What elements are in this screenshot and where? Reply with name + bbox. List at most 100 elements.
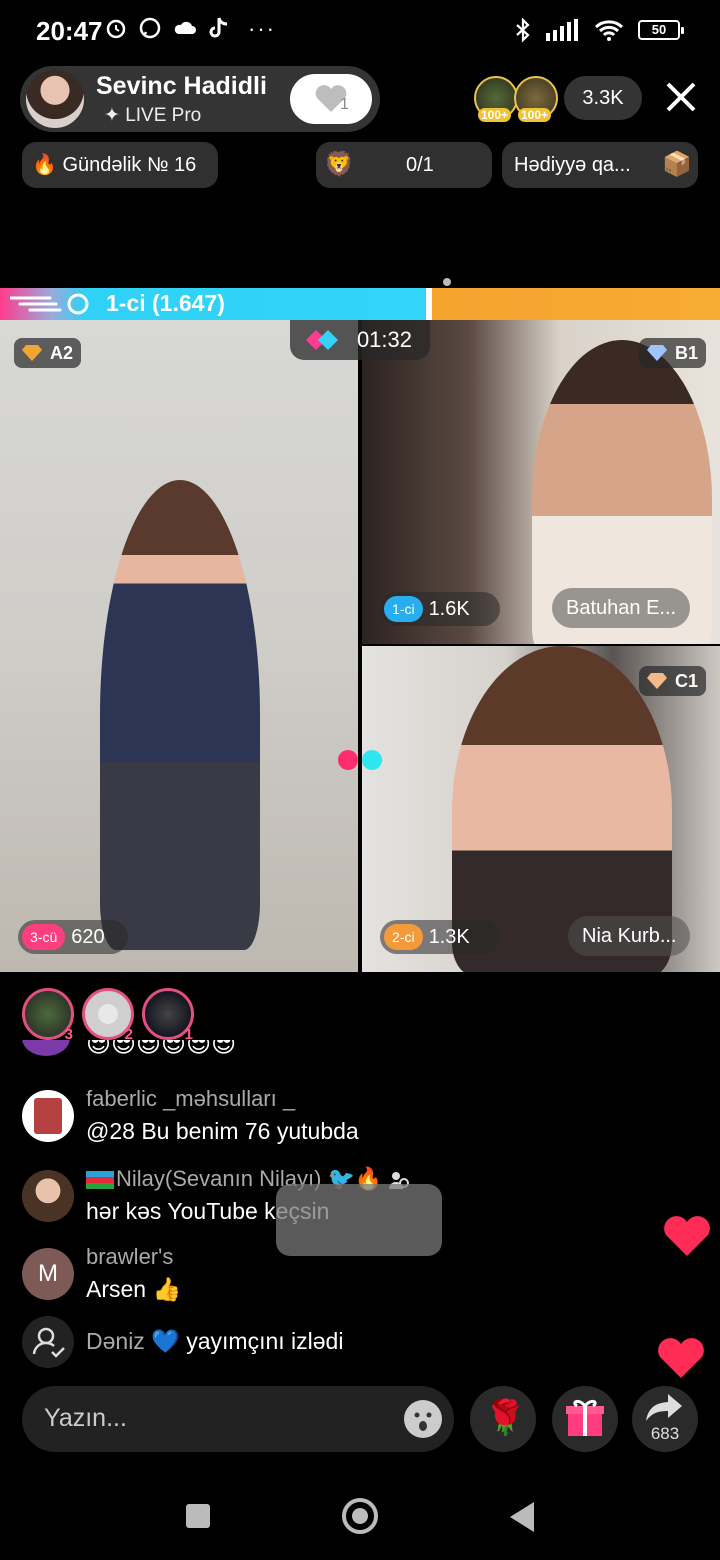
treasure-icon: 📦 [662,151,692,178]
player-tag-b: B1 [638,338,706,368]
home-button[interactable] [342,1498,378,1534]
gifter-avatar[interactable]: 3 [22,988,74,1043]
chat-avatar[interactable]: M [22,1248,74,1300]
system-nav-bar [0,1470,720,1560]
speed-icon [10,293,89,315]
status-right: 50 [514,18,684,42]
player-tag-label: A2 [50,343,74,363]
diamond-icon [646,345,667,361]
top-viewer-avatar[interactable]: 100+ [514,76,558,122]
floating-heart-icon [664,1216,710,1256]
comment-placeholder: Yazın... [44,1404,127,1432]
battle-bar-divider [426,288,432,320]
chat-avatar[interactable] [22,1170,74,1222]
top-viewers[interactable]: 100+ 100+ 3.3K [474,76,642,122]
player-name-b[interactable]: Batuhan E... [552,588,691,628]
daily-ranking-chip[interactable]: 🔥 Gündəlik № 16 [22,142,218,188]
follow-button[interactable]: 1 [290,74,372,124]
cloud-icon [174,21,196,34]
follow-count: 1 [340,96,349,113]
player-score-c: 2-ci 1.3K [380,920,500,954]
player-tag-c: C1 [638,666,706,696]
follow-event-avatar [22,1316,74,1368]
gift-icon [566,1399,604,1436]
close-icon[interactable] [664,80,698,114]
follow-event-text: Dəniz 💙 yayımçını izlədi [86,1328,343,1355]
viewer-count[interactable]: 3.3K [564,76,642,120]
tiktok-icon [209,17,228,38]
rose-gift-button[interactable]: 🌹 [470,1386,536,1452]
avatar-letter: M [38,1260,58,1287]
diamond-icon [22,345,42,361]
signal-icon [546,19,578,41]
wifi-icon [594,20,624,41]
player-tag-label: B1 [674,343,698,363]
toast-overlay [276,1184,442,1256]
clock: 20:47 [36,16,103,46]
top-viewer-avatar[interactable]: 100+ [474,76,518,122]
chat-username[interactable]: brawler's [86,1244,173,1270]
lion-icon: 🦁 [324,151,354,178]
player-score-b: 1-ci 1.6K [380,592,500,626]
player-name-c[interactable]: Nia Kurb... [568,916,691,956]
gift-button[interactable] [552,1386,618,1452]
share-count: 683 [650,1424,680,1443]
player-score-a: 3-cü 620 [18,920,128,954]
more-icon: ··· [248,16,276,41]
score-value: 1.6K [428,598,470,620]
viewer-badge: 100+ [478,108,512,122]
gifter-avatar[interactable]: 1 [142,988,194,1043]
battle-leader-text: 1-ci (1.647) [106,290,225,316]
top-gifters[interactable]: 3 2 1 [22,988,194,1043]
video-tile-a[interactable]: A2 3-cü 620 [0,320,358,972]
score-value: 620 [71,926,105,948]
video-tile-b[interactable]: B1 1-ci 1.6K Batuhan E... [362,320,720,644]
chat-overflow-row: 😎😎😎😎😎😎 [22,1040,282,1062]
page-indicator [443,278,451,286]
follow-event-user: Dəniz [86,1328,145,1354]
player-tag-a: A2 [14,338,82,368]
host-name: Sevinc Hadidli [96,72,267,100]
azerbaijan-flag-icon [86,1171,114,1190]
goal-progress: 0/1 [406,154,434,176]
diamond-icon [646,673,667,689]
score-value: 1.3K [428,926,470,948]
status-bar: 20:47 ··· 50 [0,0,720,62]
gifter-avatar[interactable]: 2 [82,988,134,1043]
battle-score-bar: 1-ci (1.647) [0,288,720,320]
battle-icon [306,330,338,350]
floating-heart-icon [658,1338,704,1378]
player-tag-label: C1 [674,671,698,691]
host-avatar[interactable] [24,68,86,130]
comment-input[interactable]: Yazın... [22,1386,454,1452]
recent-apps-button[interactable] [186,1504,210,1528]
live-pro-label: LIVE Pro [125,105,202,126]
battle-dots [338,750,384,772]
share-button[interactable]: 683 [632,1386,698,1452]
battery-indicator: 50 [638,20,684,40]
rank-badge: 1-ci [384,596,423,622]
emoji-icon[interactable] [404,1400,442,1438]
rose-icon: 🌹 [484,1399,527,1437]
status-icons: ··· [104,16,276,42]
gift-chip[interactable]: Hədiyyə qa... 📦 [502,142,698,188]
blue-heart-icon: 💙 [151,1328,180,1354]
daily-ranking-label: Gündəlik № 16 [62,154,197,176]
rank-badge: 3-cü [22,924,66,950]
chat-username[interactable]: faberlic _məhsulları _ [86,1086,295,1112]
user-check-icon [32,1327,65,1358]
timer-value: 01:32 [356,327,412,352]
streamer-figure [100,480,260,950]
emoji-face-icon [414,1412,432,1431]
viewer-badge: 100+ [518,108,552,122]
chat-avatar[interactable] [22,1090,74,1142]
back-button[interactable] [510,1502,534,1532]
goal-chip[interactable]: 🦁 0/1 [316,142,492,188]
battle-bar-right [432,288,720,320]
bluetooth-icon [516,18,530,42]
whatsapp-icon [139,17,161,39]
video-tile-c[interactable]: C1 2-ci 1.3K Nia Kurb... [362,646,720,972]
fire-icon: 🔥 [32,154,57,176]
chat-text: @28 Bu benim 76 yutubda [86,1118,359,1144]
host-info[interactable]: Sevinc Hadidli ✦ LIVE Pro 1 [20,66,380,132]
